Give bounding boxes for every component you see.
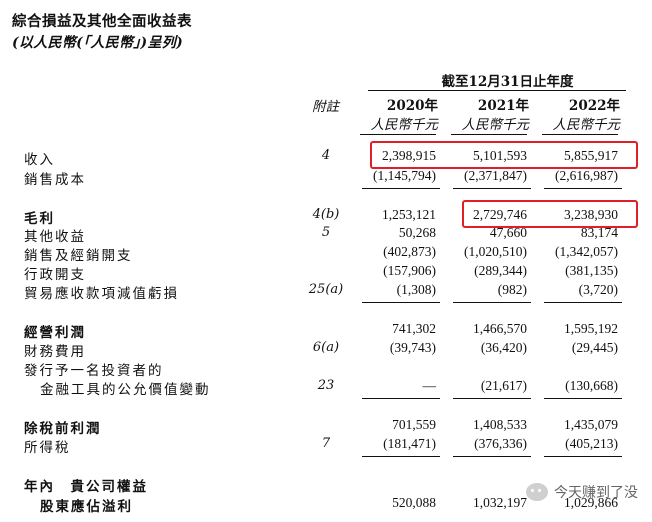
unit-header-2022: 人民幣千元 [552,117,621,133]
row-label-profit-attributable-line2: 股東應佔溢利 [40,499,133,515]
subtotal-rule [362,398,440,399]
row-note: 6(a) [312,340,340,355]
year-header-2020: 2020年 [386,98,438,114]
row-value-2021: (1,020,510) [464,244,527,259]
period-header: 截至12月31日止年度 [441,74,574,90]
header-underline [542,134,618,135]
year-header-2021: 2021年 [477,98,529,114]
period-underline [368,90,626,91]
row-value-2020: (1,145,794) [373,168,436,183]
row-note: 7 [321,436,331,451]
unit-header-2020: 人民幣千元 [370,117,439,133]
row-label-operating-profit: 經營利潤 [24,325,86,341]
row-value-2020: — [422,378,437,393]
subtotal-rule [453,302,531,303]
row-value-2021: (982) [497,282,527,297]
year-header-2022: 2022年 [568,98,620,114]
row-label-impairment-loss: 貿易應收款項減值虧損 [24,286,179,302]
revenue-highlight-box [370,141,638,169]
row-value-2020: (181,471) [383,436,436,451]
row-label-selling-expenses: 銷售及經銷開支 [24,248,133,264]
statement-title: 綜合損益及其他全面收益表 [12,13,192,30]
row-note: 5 [321,225,331,240]
subtotal-rule [362,456,440,457]
row-note: 25(a) [308,282,344,297]
row-value-2021: (289,344) [474,263,527,278]
row-value-2021: (2,371,847) [464,168,527,183]
header-underline [451,134,527,135]
watermark-text: 今天赚到了没 [554,485,638,501]
row-value-2022: (130,668) [565,378,618,393]
row-value-2020: (39,743) [389,340,436,355]
row-note: 4 [321,148,331,163]
row-label-revenue: 收入 [24,152,55,168]
row-value-2022: 1,595,192 [564,321,618,336]
row-value-2022: 1,435,079 [564,417,618,432]
row-value-2020: (1,308) [396,282,436,297]
row-value-2021: 1,466,570 [473,321,527,336]
subtotal-rule [544,456,622,457]
subtotal-rule [544,398,622,399]
gross-profit-highlight-box [462,200,638,228]
subtotal-rule [453,456,531,457]
row-value-2022: (405,213) [565,436,618,451]
subtotal-rule [453,188,531,189]
row-label-income-tax: 所得稅 [24,440,71,456]
row-value-2022: (381,135) [565,263,618,278]
row-value-2020: (157,906) [383,263,436,278]
row-note: 4(b) [312,207,340,222]
row-value-2020: 1,253,121 [382,207,436,222]
subtotal-rule [544,302,622,303]
row-value-2022: (29,445) [571,340,618,355]
row-value-2020: 520,088 [392,495,436,510]
row-label-profit-before-tax: 除稅前利潤 [24,421,102,437]
row-label-profit-attributable-line1: 年內 貴公司權益 [24,479,148,495]
row-value-2021: (36,420) [480,340,527,355]
row-value-2021: (21,617) [480,378,527,393]
row-value-2021: 1,408,533 [473,417,527,432]
row-value-2022: (2,616,987) [555,168,618,183]
row-value-2020: 701,559 [392,417,436,432]
row-label-finance-costs: 財務費用 [24,344,86,360]
row-value-2022: (3,720) [578,282,618,297]
unit-header-2021: 人民幣千元 [461,117,530,133]
row-value-2020: 741,302 [392,321,436,336]
subtotal-rule [544,188,622,189]
watermark: 今天赚到了没 [526,482,638,502]
row-label-fair-value-change-line1: 發行予一名投資者的 [24,363,164,379]
subtotal-rule [362,302,440,303]
wechat-icon [526,483,548,501]
row-value-2021: (376,336) [474,436,527,451]
row-value-2020: 50,268 [398,225,436,240]
row-label-other-income: 其他收益 [24,229,86,245]
row-value-2021: 1,032,197 [473,495,527,510]
row-label-gross-profit: 毛利 [24,211,55,227]
header-underline [360,134,436,135]
row-label-fair-value-change-line2: 金融工具的公允價值變動 [40,382,211,398]
row-label-cost-of-sales: 銷售成本 [24,172,86,188]
subtotal-rule [362,188,440,189]
row-value-2022: (1,342,057) [555,244,618,259]
note-column-header: 附註 [312,99,339,115]
row-label-admin-expenses: 行政開支 [24,267,86,283]
row-value-2020: (402,873) [383,244,436,259]
statement-subtitle: (以人民幣(「人民幣」)呈列) [12,35,183,51]
row-note: 23 [317,378,335,393]
subtotal-rule [453,398,531,399]
